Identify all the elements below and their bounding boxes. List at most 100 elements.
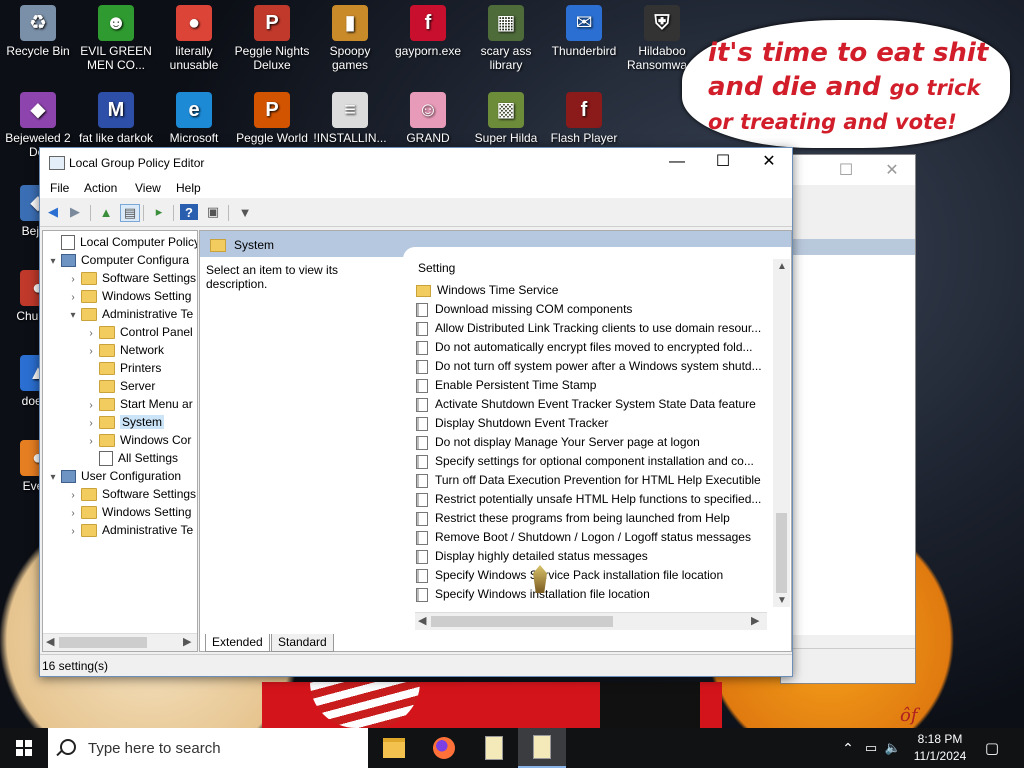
list-scroll-right-icon[interactable]: ▶ xyxy=(751,614,759,627)
scroll-up-icon[interactable]: ▲ xyxy=(777,261,787,272)
menu-action[interactable]: Action xyxy=(84,181,117,195)
tree-item[interactable]: › Windows Cor xyxy=(85,431,191,449)
desktop-icon[interactable]: ▦ scary ass library xyxy=(468,5,544,72)
tree-horizontal-scrollbar[interactable]: ◀ ▶ xyxy=(43,633,197,651)
list-item[interactable]: Do not display Manage Your Server page a… xyxy=(416,433,766,452)
group-policy-editor-window[interactable]: Local Group Policy Editor — ☐ ✕ File Act… xyxy=(39,147,793,677)
maximize-button[interactable]: ☐ xyxy=(700,148,746,178)
menu-view[interactable]: View xyxy=(135,181,161,195)
tree-item[interactable]: › Software Settings xyxy=(67,485,196,503)
volume-icon[interactable]: 🔈 xyxy=(882,728,904,768)
folder-icon xyxy=(81,524,97,538)
list-item[interactable]: Do not automatically encrypt files moved… xyxy=(416,338,766,357)
show-hide-tree-icon[interactable]: ▤ xyxy=(120,204,140,222)
tree-item[interactable]: › System xyxy=(85,413,165,431)
desktop-icon[interactable]: P Peggle Nights Deluxe xyxy=(234,5,310,72)
scroll-down-icon[interactable]: ▼ xyxy=(777,595,787,606)
taskbar-notepad-2[interactable] xyxy=(518,728,566,768)
filter-icon[interactable]: ▼ xyxy=(236,204,254,220)
taskbar-notepad-1[interactable] xyxy=(470,728,518,768)
bg-close-icon[interactable]: ✕ xyxy=(869,160,915,180)
desktop-icon[interactable]: ✉ Thunderbird xyxy=(546,5,622,58)
list-item[interactable]: Display Shutdown Event Tracker xyxy=(416,414,766,433)
policy-icon xyxy=(416,435,428,450)
settings-list[interactable]: Setting Windows Time Service Download mis… xyxy=(403,247,791,635)
list-item[interactable]: Specify Windows Service Pack installatio… xyxy=(416,566,766,585)
menu-file[interactable]: File xyxy=(50,181,69,195)
desktop-icon[interactable]: ♻ Recycle Bin xyxy=(0,5,76,58)
tree-item[interactable]: › Windows Setting xyxy=(67,503,191,521)
list-item[interactable]: Activate Shutdown Event Tracker System S… xyxy=(416,395,766,414)
tree-item[interactable]: Server xyxy=(85,377,155,395)
desktop-icon[interactable]: ● literally unusable xyxy=(156,5,232,72)
column-header-setting[interactable]: Setting xyxy=(418,261,455,275)
desktop-icon[interactable]: ▮ Spoopy games xyxy=(312,5,388,72)
tree-item[interactable]: Local Computer Policy xyxy=(47,233,197,251)
tree-item[interactable]: › Network xyxy=(85,341,164,359)
desktop-icon[interactable]: Mfat like darkok xyxy=(78,92,154,145)
tree-item[interactable]: › Start Menu ar xyxy=(85,395,193,413)
tree-item[interactable]: ▾ User Configuration xyxy=(47,467,181,485)
list-item[interactable]: Restrict these programs from being launc… xyxy=(416,509,766,528)
list-item[interactable]: Specify settings for optional component … xyxy=(416,452,766,471)
list-item[interactable]: Enable Persistent Time Stamp xyxy=(416,376,766,395)
tray-overflow-icon[interactable]: ⌃ xyxy=(838,728,858,768)
scroll-left-icon[interactable]: ◀ xyxy=(46,635,54,648)
taskbar-search[interactable]: Type here to search xyxy=(48,728,368,768)
desktop-icon[interactable]: ☻ EVIL GREEN MEN CO... xyxy=(78,5,154,72)
tree-item[interactable]: › Windows Setting xyxy=(67,287,191,305)
desktop-icon[interactable]: ▩ Super Hilda xyxy=(468,92,544,145)
expand-chevron-icon[interactable]: ▾ xyxy=(67,307,79,325)
desktop-icon[interactable]: f Flash Player xyxy=(546,92,622,145)
title-bar[interactable]: Local Group Policy Editor — ☐ ✕ xyxy=(40,148,792,178)
list-item[interactable]: Remove Boot / Shutdown / Logon / Logoff … xyxy=(416,528,766,547)
tree-item[interactable]: › Software Settings xyxy=(67,269,196,287)
list-horizontal-scrollbar[interactable]: ◀ ▶ xyxy=(415,612,767,630)
list-item[interactable]: Windows Time Service xyxy=(416,281,766,300)
list-item[interactable]: Do not turn off system power after a Win… xyxy=(416,357,766,376)
desktop-icon[interactable]: f gayporn.exe xyxy=(390,5,466,58)
list-item[interactable]: Specify Windows installation file locati… xyxy=(416,585,766,604)
list-vertical-scrollbar[interactable]: ▲ ▼ xyxy=(773,259,790,607)
tree-item[interactable]: ▾ Administrative Te xyxy=(67,305,193,323)
scroll-right-icon[interactable]: ▶ xyxy=(183,635,191,648)
list-item[interactable]: Turn off Data Execution Prevention for H… xyxy=(416,471,766,490)
console-tree[interactable]: Local Computer Policy ▾ Computer Configura… xyxy=(42,230,198,652)
tree-item[interactable]: All Settings xyxy=(85,449,178,467)
list-item[interactable]: Allow Distributed Link Tracking clients … xyxy=(416,319,766,338)
back-arrow-icon[interactable]: ◀ xyxy=(44,204,62,220)
notification-icon[interactable]: ▢ xyxy=(980,728,1004,768)
up-folder-icon[interactable]: ▲ xyxy=(97,204,115,220)
minimize-button[interactable]: — xyxy=(654,148,700,178)
taskbar-clock[interactable]: 8:18 PM 11/1/2024 xyxy=(905,731,975,765)
export-list-icon[interactable]: ▸ xyxy=(150,204,168,220)
desktop-icon[interactable]: e Microsoft xyxy=(156,92,232,145)
menu-help[interactable]: Help xyxy=(176,181,201,195)
tab-standard[interactable]: Standard xyxy=(271,634,334,652)
taskbar-firefox[interactable] xyxy=(420,728,468,768)
tree-item[interactable]: Printers xyxy=(85,359,161,377)
bg-maximize-icon[interactable]: ☐ xyxy=(823,160,869,180)
expand-chevron-icon[interactable]: › xyxy=(67,523,79,541)
expand-chevron-icon[interactable]: ▾ xyxy=(47,469,59,487)
help-icon[interactable]: ? xyxy=(180,204,198,220)
forward-arrow-icon[interactable]: ▶ xyxy=(66,204,84,220)
tree-item[interactable]: › Administrative Te xyxy=(67,521,193,539)
list-item[interactable]: Download missing COM components xyxy=(416,300,766,319)
tree-item[interactable]: › Control Panel xyxy=(85,323,193,341)
properties-icon[interactable]: ▣ xyxy=(204,204,222,220)
start-button[interactable] xyxy=(0,728,48,768)
taskbar-file-explorer[interactable] xyxy=(370,728,418,768)
desktop-icon[interactable]: ≡ !INSTALLIN... xyxy=(312,92,388,145)
list-scroll-left-icon[interactable]: ◀ xyxy=(418,614,426,627)
background-window[interactable]: ☐ ✕ xyxy=(780,154,916,684)
desktop-icon[interactable]: ☺ GRAND xyxy=(390,92,466,145)
desktop-icon[interactable]: P Peggle World xyxy=(234,92,310,145)
tab-extended[interactable]: Extended xyxy=(205,634,270,652)
close-button[interactable]: ✕ xyxy=(746,148,792,178)
network-icon[interactable]: ▭ xyxy=(860,728,882,768)
list-item[interactable]: Display highly detailed status messages xyxy=(416,547,766,566)
tree-item[interactable]: ▾ Computer Configura xyxy=(47,251,189,269)
list-item[interactable]: Restrict potentially unsafe HTML Help fu… xyxy=(416,490,766,509)
expand-chevron-icon[interactable]: ▾ xyxy=(47,253,59,271)
